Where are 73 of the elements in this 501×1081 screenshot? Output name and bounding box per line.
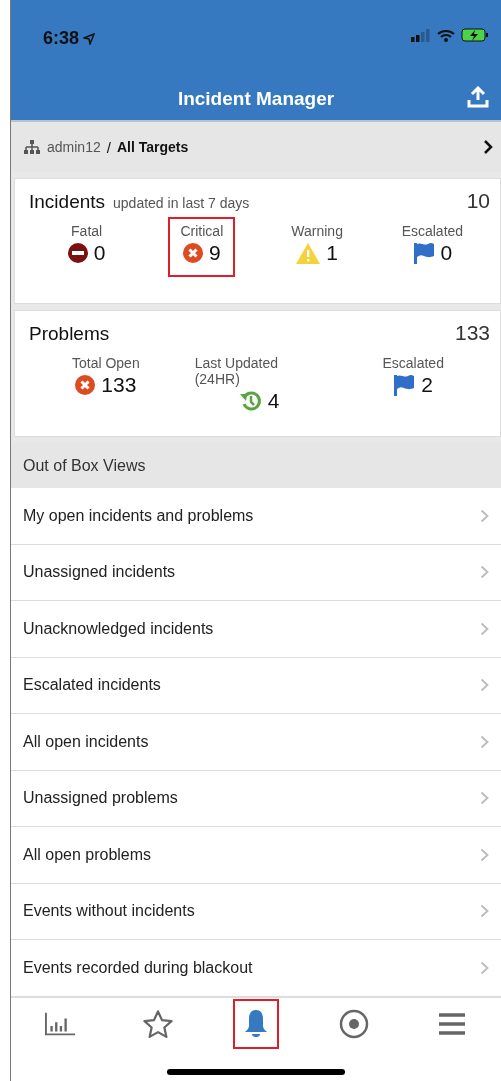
view-list-item[interactable]: My open incidents and problems (11, 488, 501, 545)
chevron-right-icon (480, 960, 489, 975)
view-list-item[interactable]: Unacknowledged incidents (11, 601, 501, 658)
stat-value: 0 (93, 241, 106, 265)
view-label: All open problems (23, 845, 152, 864)
stat-value: 9 (209, 241, 221, 265)
star-icon (143, 1009, 173, 1039)
error-icon (75, 375, 96, 395)
card-total: 10 (466, 189, 490, 213)
stat-value: 133 (101, 373, 137, 397)
view-list-item[interactable]: Unassigned problems (11, 770, 501, 827)
clock: 6:38 (43, 28, 96, 49)
chevron-right-icon (480, 791, 489, 806)
view-list-item[interactable]: Unassigned incidents (11, 544, 501, 601)
path-separator: / (106, 138, 111, 156)
warning-icon (296, 242, 321, 264)
view-label: Unacknowledged incidents (23, 619, 214, 638)
view-label: Events without incidents (23, 902, 195, 921)
chevron-right-icon (480, 904, 489, 919)
chevron-right-icon (480, 734, 489, 749)
view-label: Unassigned problems (23, 789, 178, 808)
error-icon (183, 243, 204, 263)
app-title: Incident Manager (177, 88, 335, 110)
view-label: Unassigned incidents (23, 563, 176, 582)
chevron-right-icon (480, 621, 489, 636)
stat-label: Critical (180, 223, 224, 239)
stat-label: Escalated (382, 355, 444, 371)
stat-value: 2 (421, 373, 433, 397)
stop-icon (67, 243, 88, 263)
stat-value: 0 (440, 241, 453, 265)
chevron-right-icon (480, 847, 489, 862)
bell-icon (243, 1009, 269, 1039)
stat-value: 1 (326, 241, 338, 265)
tab-button[interactable] (233, 999, 279, 1049)
chevron-right-icon (480, 678, 489, 693)
view-label: Events recorded during blackout (23, 958, 253, 977)
location-arrow-icon (83, 32, 96, 45)
share-button[interactable] (465, 84, 491, 110)
history-icon (239, 390, 262, 412)
target-icon (339, 1009, 369, 1039)
view-label: Escalated incidents (23, 676, 161, 695)
chevron-right-icon (480, 565, 489, 580)
view-list-item[interactable]: Escalated incidents (11, 657, 501, 714)
view-list-item[interactable]: Events without incidents (11, 883, 501, 940)
breadcrumb-bar[interactable]: admin12 / All Targets (11, 120, 501, 172)
view-list-item[interactable]: All open incidents (11, 714, 501, 771)
view-list-item[interactable]: All open problems (11, 827, 501, 884)
chevron-right-icon (483, 139, 493, 155)
wifi-icon (437, 28, 455, 42)
chevron-right-icon (480, 508, 489, 523)
signal-icon (411, 28, 431, 42)
view-list-item[interactable]: Events recorded during blackout (11, 940, 501, 997)
card-title: Problems (29, 323, 110, 345)
bar-chart-icon (45, 1012, 75, 1036)
card-title: Incidents (29, 191, 106, 213)
stat-label: Total Open (71, 355, 140, 371)
card-subtitle: updated in last 7 days (113, 195, 251, 211)
stat-label: Fatal (71, 223, 103, 239)
flag-icon (412, 242, 435, 264)
battery-icon (461, 28, 489, 42)
card-total: 133 (454, 321, 490, 345)
user-name: admin12 (47, 139, 101, 155)
stat-label: Last Updated (24HR) (194, 355, 279, 387)
menu-icon (439, 1012, 465, 1036)
section-title: Out of Box Views (23, 456, 146, 475)
stat-label: Warning (291, 223, 343, 239)
hierarchy-icon (23, 140, 41, 154)
view-label: All open incidents (23, 732, 149, 751)
target-name: All Targets (116, 139, 190, 155)
flag-icon (393, 374, 416, 396)
stat-label: Escalated (401, 223, 464, 239)
stat-value: 4 (267, 389, 280, 413)
view-label: My open incidents and problems (23, 506, 254, 525)
